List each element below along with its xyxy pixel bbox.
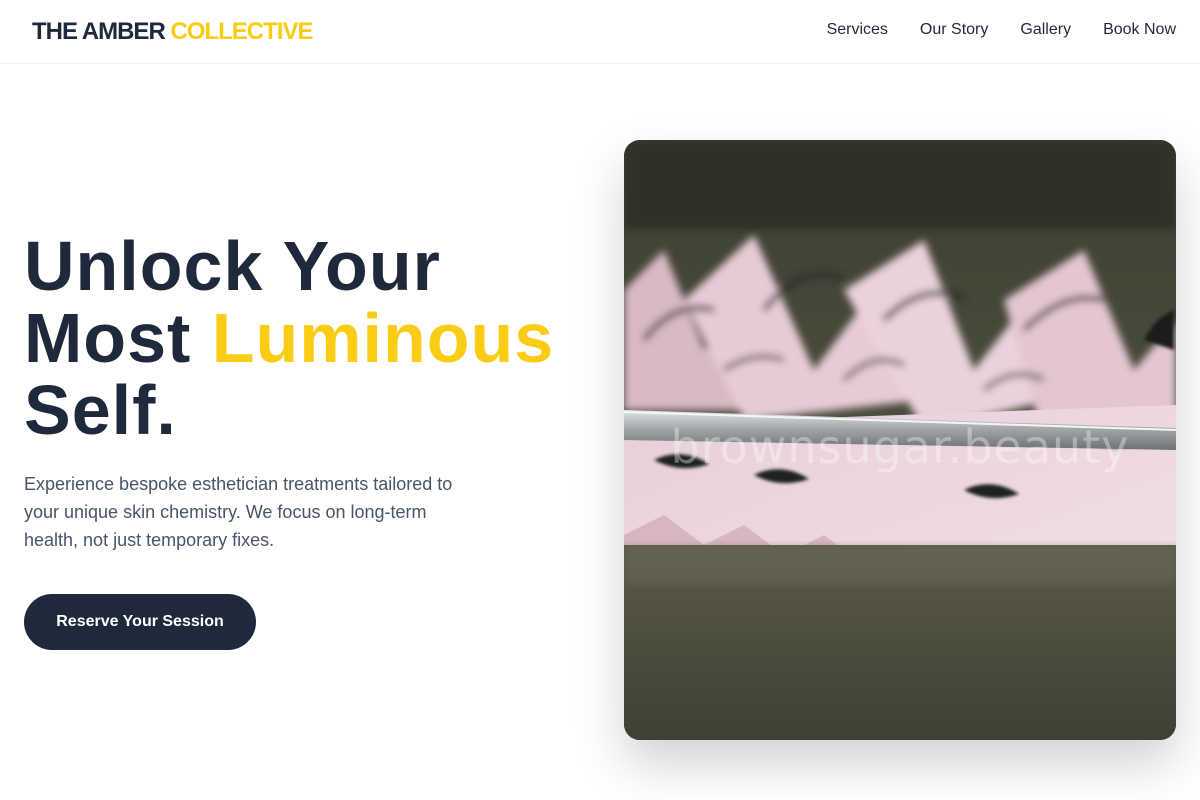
nav-book-now-link[interactable]: Book Now bbox=[1103, 20, 1176, 40]
brand-accent: COLLECTIVE bbox=[170, 18, 313, 45]
nav-gallery-link[interactable]: Gallery bbox=[1020, 20, 1071, 40]
nav-our-story-link[interactable]: Our Story bbox=[920, 20, 988, 40]
hero-description: Experience bespoke esthetician treatment… bbox=[24, 474, 453, 550]
hero-image: brownsugar.beauty bbox=[624, 140, 1176, 740]
image-watermark: brownsugar.beauty bbox=[670, 420, 1130, 474]
hero-title-line2: Most bbox=[24, 299, 192, 377]
brand-logo[interactable]: THE AMBER COLLECTIVE bbox=[32, 17, 313, 47]
brand-name: THE AMBER bbox=[32, 18, 166, 45]
hero-title-accent: Luminous bbox=[211, 299, 555, 377]
nav-services-link[interactable]: Services bbox=[827, 20, 888, 40]
hero-title-line3: Self. bbox=[24, 371, 177, 449]
hero-title-line1: Unlock Your bbox=[24, 227, 441, 305]
main-nav: Services Our Story Gallery Book Now bbox=[827, 20, 1176, 40]
hero-title: Unlock Your Most Luminous Self. bbox=[24, 230, 604, 446]
reserve-session-button[interactable]: Reserve Your Session bbox=[24, 594, 256, 650]
site-header: THE AMBER COLLECTIVE Services Our Story … bbox=[0, 0, 1200, 64]
